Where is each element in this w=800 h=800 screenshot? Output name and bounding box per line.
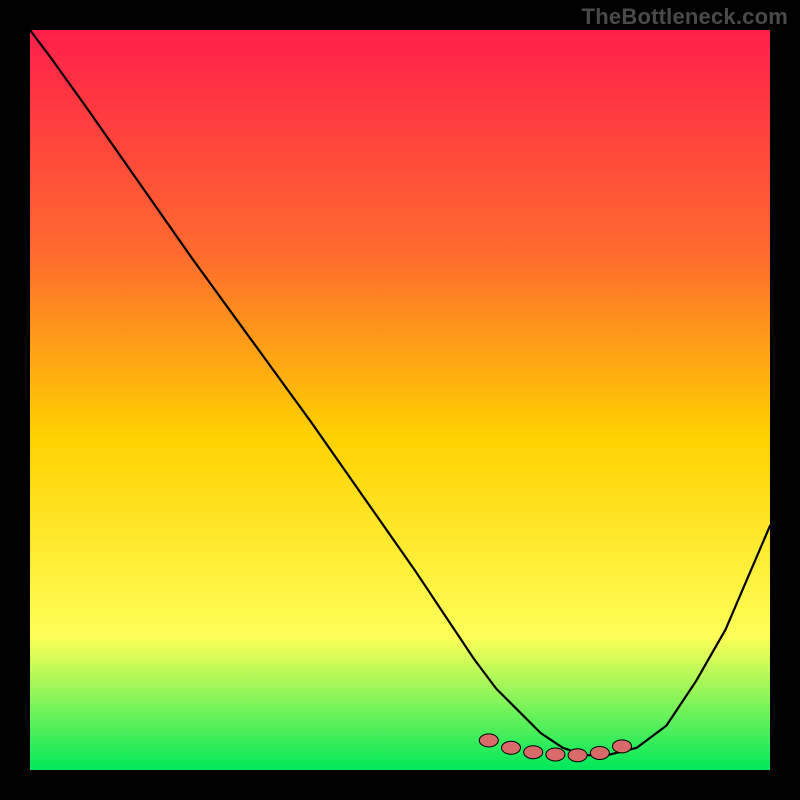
basin-marker [613, 740, 632, 753]
basin-marker [568, 749, 587, 762]
plot-svg [30, 30, 770, 770]
basin-marker [479, 734, 498, 747]
basin-marker [546, 748, 565, 761]
watermark-text: TheBottleneck.com [582, 4, 788, 30]
basin-marker [524, 746, 543, 759]
gradient-background [30, 30, 770, 770]
plot-area [30, 30, 770, 770]
basin-marker [502, 741, 521, 754]
basin-marker [590, 746, 609, 759]
chart-frame: TheBottleneck.com [0, 0, 800, 800]
